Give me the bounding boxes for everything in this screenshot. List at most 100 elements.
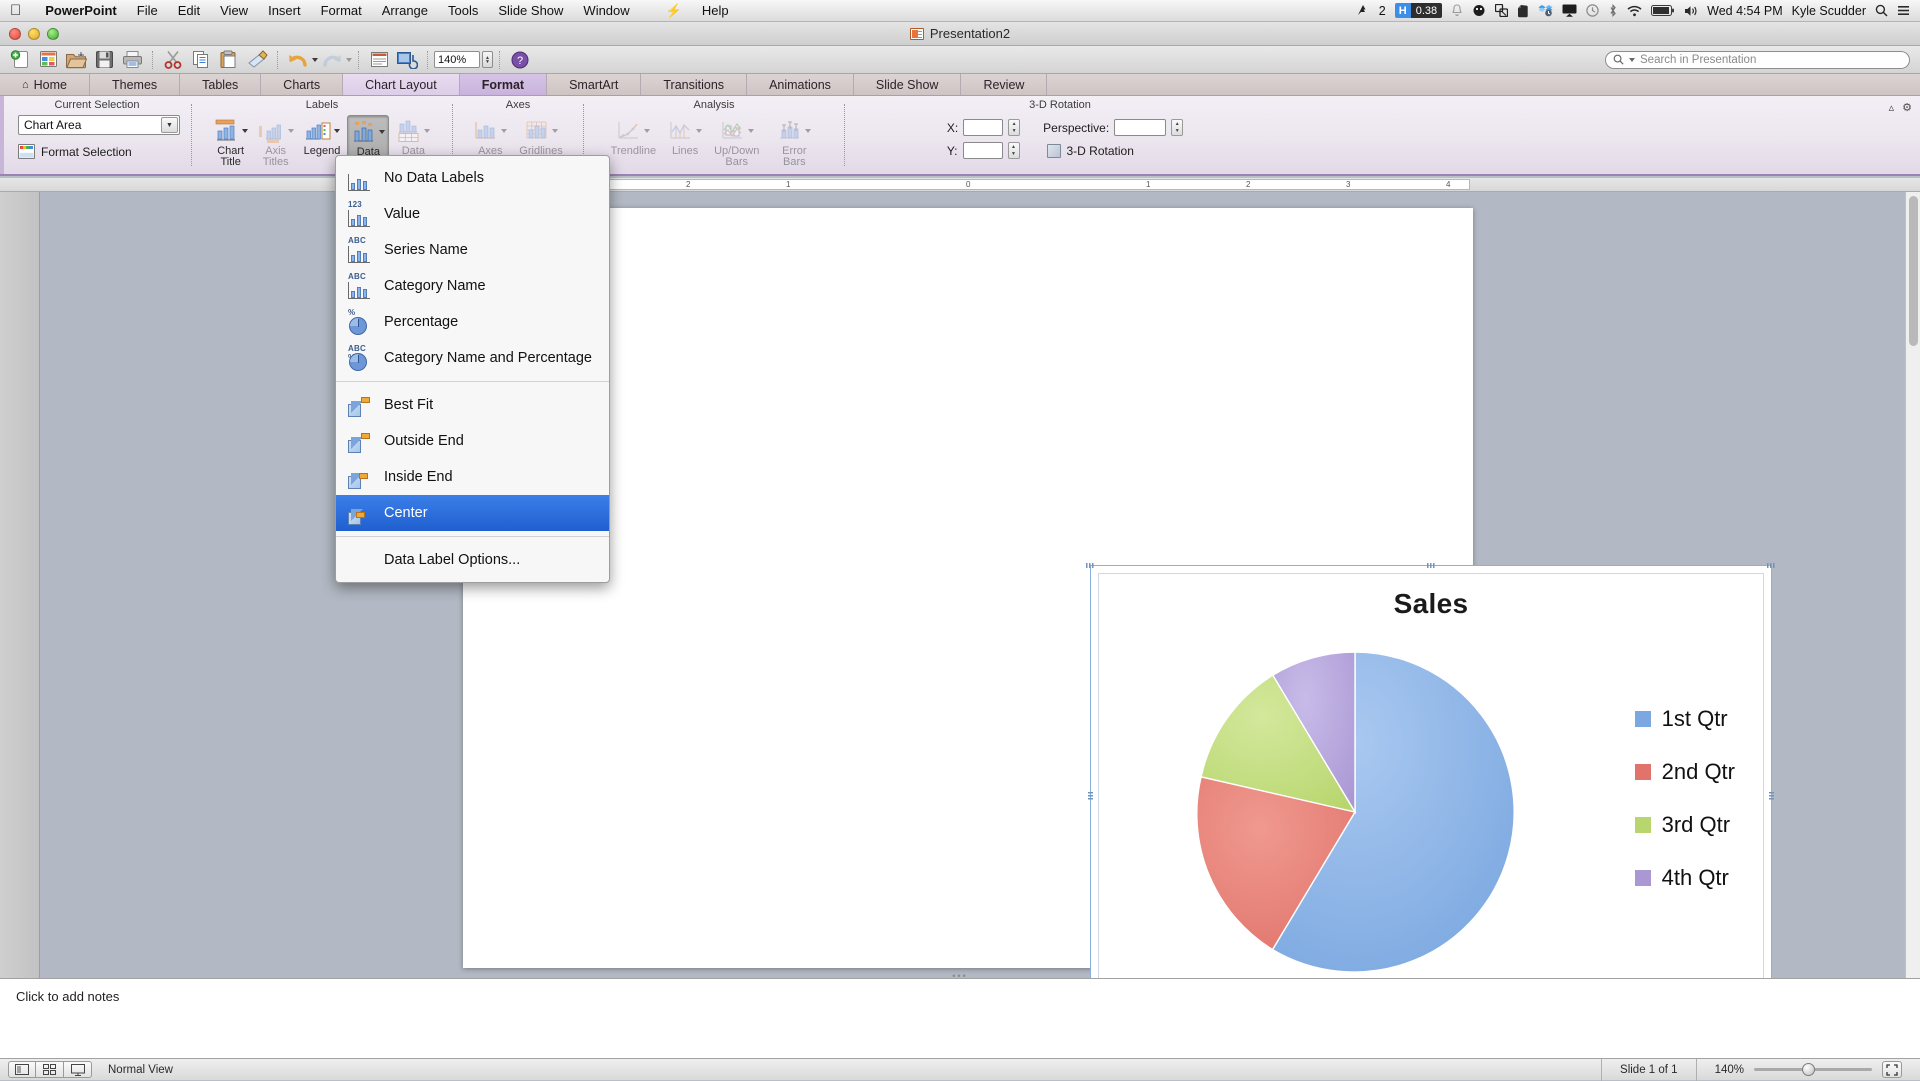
ribbon-settings-gear-icon[interactable]: ⚙ (1902, 101, 1912, 114)
zoom-control[interactable]: 140% (1695, 1058, 1920, 1081)
bluetooth-icon[interactable] (1608, 4, 1618, 17)
menu-item-no-data-labels[interactable]: No Data Labels (336, 160, 609, 196)
tab-tables[interactable]: Tables (180, 74, 262, 95)
new-from-template-icon[interactable] (35, 48, 61, 72)
menu-item-center[interactable]: Center (336, 495, 609, 531)
tab-home[interactable]: ⌂ Home (0, 74, 90, 95)
bell-icon[interactable] (1451, 4, 1463, 17)
chevron-down-icon[interactable]: ▼ (161, 117, 178, 133)
fit-to-window-icon[interactable] (1882, 1061, 1902, 1078)
vertical-scrollbar[interactable] (1905, 192, 1920, 978)
chevron-down-icon[interactable] (379, 130, 386, 134)
menu-list-icon[interactable] (1897, 4, 1910, 17)
resize-handle-e[interactable] (1769, 792, 1774, 801)
slide-thumbnail-pane[interactable] (0, 192, 40, 978)
hazel-badge[interactable]: H 0.38 (1394, 3, 1443, 18)
menu-item-percentage[interactable]: % Percentage (336, 304, 609, 340)
menu-edit[interactable]: Edit (168, 3, 210, 18)
time-machine-icon[interactable] (1586, 4, 1599, 17)
resize-handle-n[interactable] (1427, 563, 1436, 568)
cut-icon[interactable] (160, 48, 186, 72)
menu-item-category-name-and-percentage[interactable]: ABC % Category Name and Percentage (336, 340, 609, 376)
chevron-down-icon[interactable] (644, 129, 651, 133)
axis-titles-button[interactable]: Axis Titles (255, 115, 297, 169)
gridlines-button[interactable]: Gridlines (516, 115, 565, 158)
paste-icon[interactable] (216, 48, 242, 72)
volume-icon[interactable] (1684, 5, 1698, 17)
apple-icon[interactable]:  (10, 3, 21, 18)
zoom-slider-knob[interactable] (1802, 1063, 1815, 1076)
screen-share-icon[interactable] (1495, 4, 1509, 17)
new-icon[interactable] (7, 48, 33, 72)
horizontal-ruler[interactable]: 5 4 3 2 1 0 1 2 3 4 (0, 178, 1920, 192)
chevron-down-icon[interactable] (552, 129, 558, 133)
lines-button[interactable]: Lines (665, 115, 705, 158)
new-slide-icon[interactable] (366, 48, 392, 72)
search-scope-caret[interactable] (1629, 57, 1635, 62)
media-browser-icon[interactable] (394, 48, 420, 72)
chevron-down-icon[interactable] (334, 129, 340, 133)
rotation-x-stepper[interactable]: ▲ ▼ (1008, 119, 1021, 136)
notes-pane[interactable]: ••• Click to add notes (0, 971, 1920, 1058)
menu-item-value[interactable]: 123 Value (336, 196, 609, 232)
copy-icon[interactable] (188, 48, 214, 72)
zoom-stepper[interactable]: ▲ ▼ (482, 51, 493, 68)
pie-chart[interactable] (1171, 628, 1539, 996)
undo-icon[interactable] (285, 48, 311, 72)
menu-item-outside-end[interactable]: Outside End (336, 423, 609, 459)
chevron-down-icon[interactable] (241, 129, 248, 133)
legend-item-4[interactable]: 4th Qtr (1634, 865, 1735, 891)
search-in-presentation[interactable]: Search in Presentation (1605, 50, 1910, 69)
menu-item-inside-end[interactable]: Inside End (336, 459, 609, 495)
menu-window[interactable]: Window (573, 3, 639, 18)
menu-item-series-name[interactable]: ABC Series Name (336, 232, 609, 268)
print-icon[interactable] (119, 48, 145, 72)
clock-label[interactable]: Wed 4:54 PM (1707, 4, 1783, 18)
dropbox-icon[interactable] (1538, 4, 1553, 17)
format-painter-icon[interactable] (244, 48, 270, 72)
menu-tools[interactable]: Tools (438, 3, 488, 18)
legend-item-2[interactable]: 2nd Qtr (1634, 759, 1735, 785)
zoom-field[interactable]: 140% (434, 51, 480, 68)
open-icon[interactable] (63, 48, 89, 72)
tab-themes[interactable]: Themes (90, 74, 181, 95)
trendline-button[interactable]: Trendline (608, 115, 659, 158)
chevron-down-icon[interactable] (287, 129, 294, 133)
airplay-icon[interactable] (1562, 4, 1577, 17)
resize-handle-w[interactable] (1088, 792, 1093, 801)
tab-slide-show[interactable]: Slide Show (854, 74, 962, 95)
menu-slide-show[interactable]: Slide Show (488, 3, 573, 18)
dot-menu-icon[interactable] (1472, 4, 1486, 17)
resize-handle-nw[interactable] (1086, 563, 1095, 568)
undo-dropdown-caret[interactable] (312, 57, 318, 62)
menu-format[interactable]: Format (311, 3, 372, 18)
collapse-ribbon-icon[interactable]: ▵ (1889, 101, 1895, 114)
minimize-button[interactable] (28, 28, 40, 40)
tab-animations[interactable]: Animations (747, 74, 854, 95)
menu-arrange[interactable]: Arrange (372, 3, 438, 18)
rotation-y-stepper[interactable]: ▲ ▼ (1007, 142, 1020, 159)
slide-canvas[interactable]: Sales 1st Qtr 2nd Qtr 3rd Qtr 4th Qtr (463, 208, 1776, 1027)
format-selection-button[interactable]: Format Selection (18, 144, 132, 159)
save-icon[interactable] (91, 48, 117, 72)
current-selection-combo[interactable]: Chart Area ▼ (18, 115, 180, 135)
user-name-label[interactable]: Kyle Scudder (1792, 4, 1866, 18)
menu-insert[interactable]: Insert (258, 3, 311, 18)
menu-item-category-name[interactable]: ABC Category Name (336, 268, 609, 304)
tab-charts[interactable]: Charts (261, 74, 344, 95)
chart-title-button[interactable]: Chart Title (211, 115, 251, 169)
chevron-down-icon[interactable] (424, 129, 431, 133)
menu-help[interactable]: Help (692, 3, 739, 18)
help-icon[interactable]: ? (507, 48, 533, 72)
up-down-bars-button[interactable]: Up/Down Bars (711, 115, 762, 169)
tab-smartart[interactable]: SmartArt (547, 74, 642, 95)
chevron-down-icon[interactable] (747, 129, 754, 133)
presenter-view-icon[interactable] (64, 1061, 92, 1078)
evernote-icon[interactable] (1517, 4, 1529, 18)
axes-button[interactable]: Axes (470, 115, 510, 158)
tab-transitions[interactable]: Transitions (641, 74, 748, 95)
battery-icon[interactable] (1651, 5, 1675, 16)
slide-sorter-icon[interactable] (36, 1061, 64, 1078)
zoom-slider[interactable] (1754, 1063, 1872, 1076)
redo-icon[interactable] (319, 48, 345, 72)
